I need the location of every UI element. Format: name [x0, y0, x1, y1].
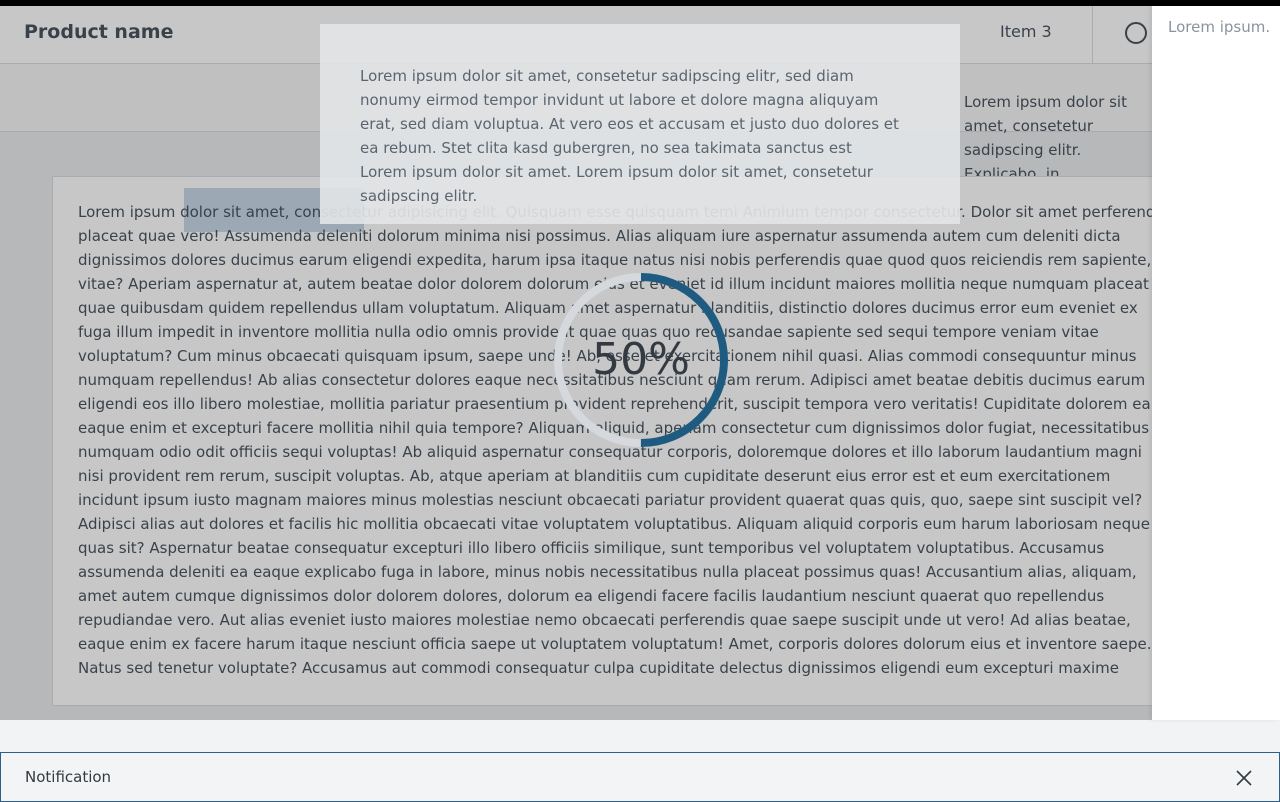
progress-label: 50%: [592, 334, 690, 385]
dialog-text: Lorem ipsum dolor sit amet, consetetur s…: [360, 67, 899, 205]
right-panel-text: Lorem ipsum.: [1168, 18, 1271, 36]
close-icon[interactable]: [1231, 765, 1257, 791]
notification-text: Notification: [25, 768, 112, 786]
message-dialog: Lorem ipsum dolor sit amet, consetetur s…: [320, 24, 960, 224]
notification-bar: Notification: [0, 752, 1280, 802]
right-panel: Lorem ipsum.: [1152, 6, 1280, 720]
